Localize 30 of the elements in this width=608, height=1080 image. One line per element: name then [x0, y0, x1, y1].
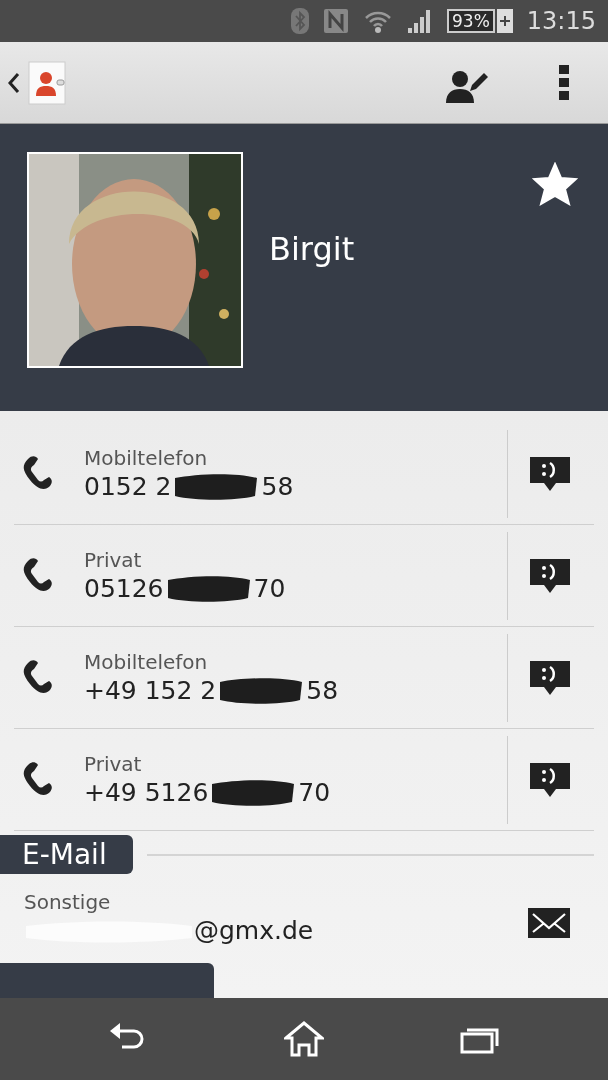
- phone-number-end[interactable]: 70: [253, 574, 286, 603]
- message-icon[interactable]: [530, 456, 570, 491]
- charging-icon: [496, 8, 513, 34]
- phone-number-start[interactable]: +49 152 2: [84, 676, 217, 705]
- contacts-app-icon[interactable]: [28, 60, 66, 105]
- phone-number-end[interactable]: 58: [261, 472, 294, 501]
- phone-number-end[interactable]: 70: [298, 778, 331, 807]
- message-icon[interactable]: [530, 762, 570, 797]
- phone-number-start[interactable]: 0152 2: [84, 472, 172, 501]
- phone-number-start[interactable]: +49 5126: [84, 778, 209, 807]
- filled-star-icon[interactable]: [532, 162, 578, 206]
- mail-icon[interactable]: [528, 907, 570, 938]
- phone-type-label: Mobiltelefon: [84, 649, 209, 674]
- email-address-end[interactable]: @gmx.de: [194, 916, 314, 945]
- phone-number-end[interactable]: 58: [306, 676, 339, 705]
- message-icon[interactable]: [530, 558, 570, 593]
- message-icon[interactable]: [530, 660, 570, 695]
- email-type-label: Sonstige: [24, 890, 112, 914]
- phone-type-label: Mobiltelefon: [84, 445, 209, 470]
- phone-number-start[interactable]: 05126: [84, 574, 164, 603]
- phone-type-label: Privat: [84, 751, 143, 776]
- bluetooth-icon: [291, 8, 310, 34]
- nfc-icon: [323, 8, 350, 34]
- phone-type-label: Privat: [84, 547, 143, 572]
- home-icon[interactable]: [284, 1021, 324, 1057]
- clock: 13:15: [526, 7, 596, 35]
- back-icon[interactable]: [8, 71, 20, 94]
- contact-name: Birgit: [269, 230, 356, 268]
- battery-indicator: 93%: [447, 9, 495, 33]
- overflow-menu-icon[interactable]: [558, 64, 570, 101]
